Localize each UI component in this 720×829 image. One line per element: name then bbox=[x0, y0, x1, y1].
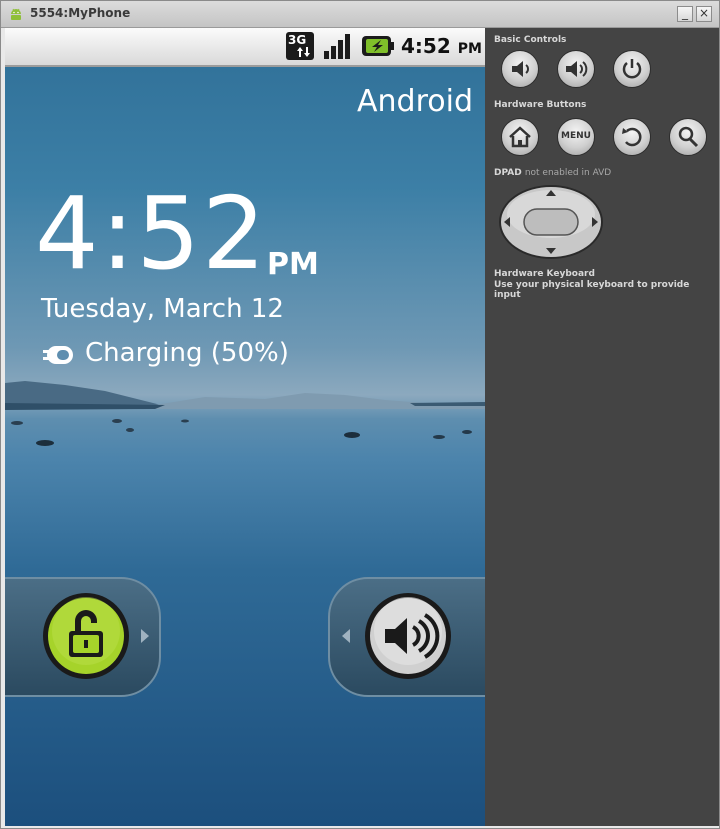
minimize-button[interactable]: _ bbox=[677, 6, 693, 22]
phone-screen[interactable]: 3G 4:52 PM Android 4:52 PM Tuesday, Marc… bbox=[5, 28, 485, 826]
signal-icon bbox=[324, 34, 350, 59]
unlock-icon[interactable] bbox=[41, 591, 131, 681]
close-button[interactable]: × bbox=[696, 6, 712, 22]
volume-down-button[interactable] bbox=[501, 50, 539, 88]
title-bar[interactable]: 5554:MyPhone _ × bbox=[1, 1, 719, 28]
keyboard-label: Hardware Keyboard bbox=[494, 269, 595, 279]
menu-button[interactable]: MENU bbox=[557, 118, 595, 156]
charging-plug-icon bbox=[43, 346, 73, 364]
status-time-value: 4:52 bbox=[401, 34, 451, 58]
lockscreen-ampm: PM bbox=[267, 247, 319, 282]
search-icon bbox=[678, 126, 699, 148]
status-ampm: PM bbox=[457, 41, 482, 57]
dpad-label: DPAD not enabled in AVD bbox=[494, 168, 611, 178]
basic-controls-label: Basic Controls bbox=[494, 35, 567, 45]
arrow-right-icon bbox=[141, 629, 149, 643]
charging-status: Charging (50%) bbox=[85, 338, 289, 368]
back-button[interactable] bbox=[613, 118, 651, 156]
dpad-note: not enabled in AVD bbox=[524, 168, 612, 178]
svg-text:3G: 3G bbox=[288, 33, 306, 47]
battery-charging-icon bbox=[362, 36, 394, 56]
arrow-left-icon bbox=[342, 629, 350, 643]
home-icon bbox=[509, 126, 531, 148]
carrier-label: Android bbox=[357, 84, 473, 119]
lockscreen-date: Tuesday, March 12 bbox=[41, 294, 284, 324]
sound-icon[interactable] bbox=[363, 591, 453, 681]
dpad-title: DPAD bbox=[494, 168, 522, 178]
emulator-window: 5554:MyPhone _ × 3G 4:52 PM Android 4:52… bbox=[0, 0, 720, 829]
home-button[interactable] bbox=[501, 118, 539, 156]
power-icon bbox=[622, 59, 642, 79]
volume-up-button[interactable] bbox=[557, 50, 595, 88]
menu-label: MENU bbox=[561, 131, 591, 141]
window-title: 5554:MyPhone bbox=[30, 6, 131, 20]
3g-icon: 3G bbox=[286, 32, 314, 60]
power-button[interactable] bbox=[613, 50, 651, 88]
rocks-background bbox=[11, 419, 472, 446]
hardware-buttons-label: Hardware Buttons bbox=[494, 100, 587, 110]
dpad-icon[interactable] bbox=[498, 184, 604, 260]
status-time: 4:52 PM bbox=[401, 34, 482, 58]
control-panel: Basic Controls Hardware Buttons MENU DPA… bbox=[485, 28, 719, 826]
back-icon bbox=[622, 127, 642, 147]
android-icon bbox=[11, 8, 21, 20]
lockscreen-clock: 4:52 bbox=[35, 175, 268, 292]
keyboard-note: Use your physical keyboard to provide in… bbox=[494, 280, 690, 300]
status-bar[interactable]: 3G 4:52 PM bbox=[5, 28, 485, 67]
search-button[interactable] bbox=[669, 118, 707, 156]
volume-down-icon bbox=[512, 61, 529, 77]
volume-up-icon bbox=[566, 61, 588, 77]
